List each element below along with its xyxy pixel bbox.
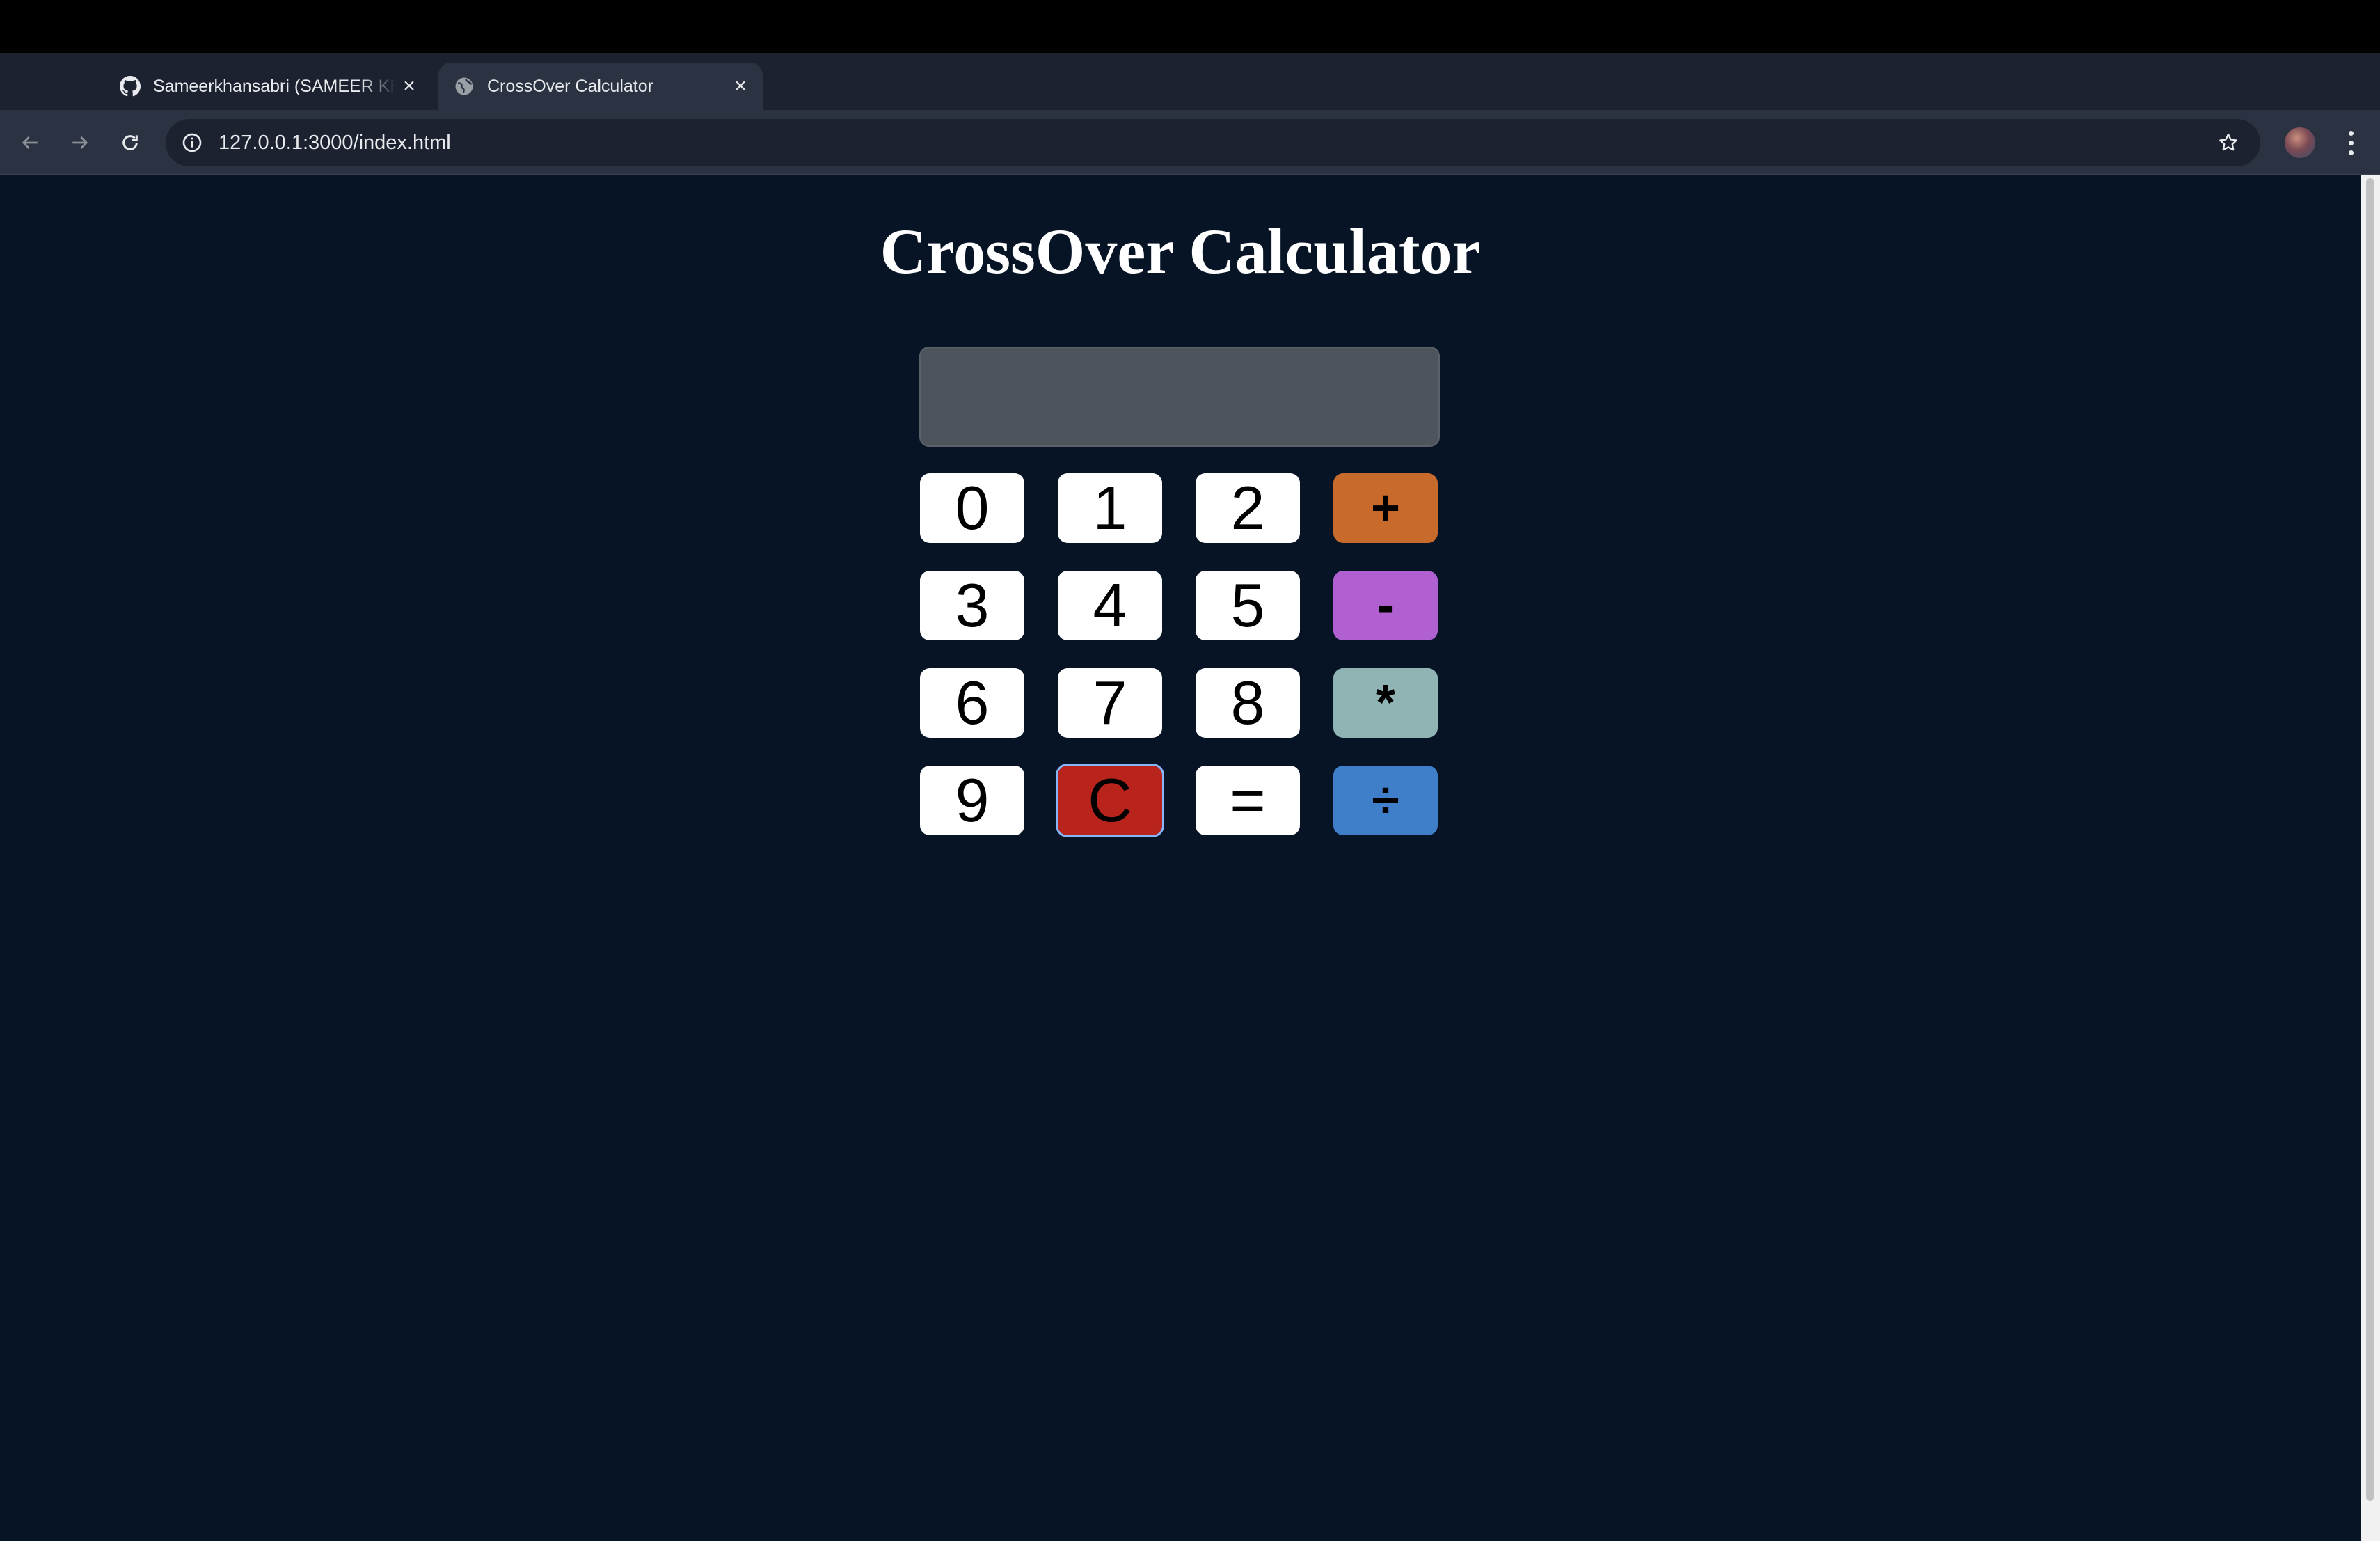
key-equals-button[interactable]: =	[1196, 766, 1300, 835]
key-minus-button[interactable]: -	[1333, 571, 1438, 640]
arrow-left-icon	[22, 136, 38, 149]
tab-title: Sameerkhansabri (SAMEER KHAN)	[153, 76, 397, 96]
reload-button[interactable]	[113, 125, 148, 160]
key-0-button[interactable]: 0	[920, 473, 1024, 543]
reload-icon	[122, 135, 138, 150]
tab-crossover-calculator[interactable]: CrossOver Calculator ×	[438, 63, 763, 110]
close-tab-icon[interactable]: ×	[728, 74, 753, 99]
info-icon[interactable]	[181, 132, 203, 154]
key-plus-button[interactable]: +	[1333, 473, 1438, 543]
key-8-button[interactable]: 8	[1196, 668, 1300, 738]
forward-button[interactable]	[63, 125, 97, 160]
key-6-button[interactable]: 6	[920, 668, 1024, 738]
github-icon	[120, 76, 141, 97]
tab-github-profile[interactable]: Sameerkhansabri (SAMEER KHAN) ×	[104, 63, 431, 110]
browser-toolbar: 127.0.0.1:3000/index.html	[0, 110, 2380, 175]
address-bar[interactable]: 127.0.0.1:3000/index.html	[166, 119, 2260, 166]
key-clear-button[interactable]: C	[1056, 764, 1164, 837]
profile-avatar[interactable]	[2285, 127, 2315, 158]
tab-title: CrossOver Calculator	[487, 76, 653, 96]
os-menu-bar	[0, 0, 2380, 53]
page-viewport: CrossOver Calculator 0 1 2 +3 4 5- 6 7 8 * 9 C = ÷	[0, 175, 2361, 1541]
close-tab-icon[interactable]: ×	[397, 74, 422, 99]
back-button[interactable]	[13, 125, 47, 160]
url-text: 127.0.0.1:3000/index.html	[219, 131, 451, 154]
key-9-button[interactable]: 9	[920, 766, 1024, 835]
tab-strip: Sameerkhansabri (SAMEER KHAN) × CrossOve…	[0, 53, 2380, 152]
key-4-button[interactable]: 4	[1058, 571, 1162, 640]
page-scrollbar[interactable]	[2361, 175, 2380, 1541]
globe-icon	[455, 77, 473, 95]
key-5-button[interactable]: 5	[1196, 571, 1300, 640]
calculator-display[interactable]	[919, 347, 1440, 447]
key-3-button[interactable]: 3	[920, 571, 1024, 640]
key-7-button[interactable]: 7	[1058, 668, 1162, 738]
scrollbar-thumb[interactable]	[2366, 178, 2374, 1501]
key-divide-button[interactable]: ÷	[1333, 766, 1438, 835]
key-multiply-button[interactable]: *	[1333, 668, 1438, 738]
key-2-button[interactable]: 2	[1196, 473, 1300, 543]
key-1-button[interactable]: 1	[1058, 473, 1162, 543]
bookmark-star-icon[interactable]	[2214, 129, 2242, 157]
page-title: CrossOver Calculator	[880, 216, 1481, 287]
arrow-right-icon	[72, 136, 88, 149]
browser-menu-icon[interactable]	[2337, 125, 2365, 160]
